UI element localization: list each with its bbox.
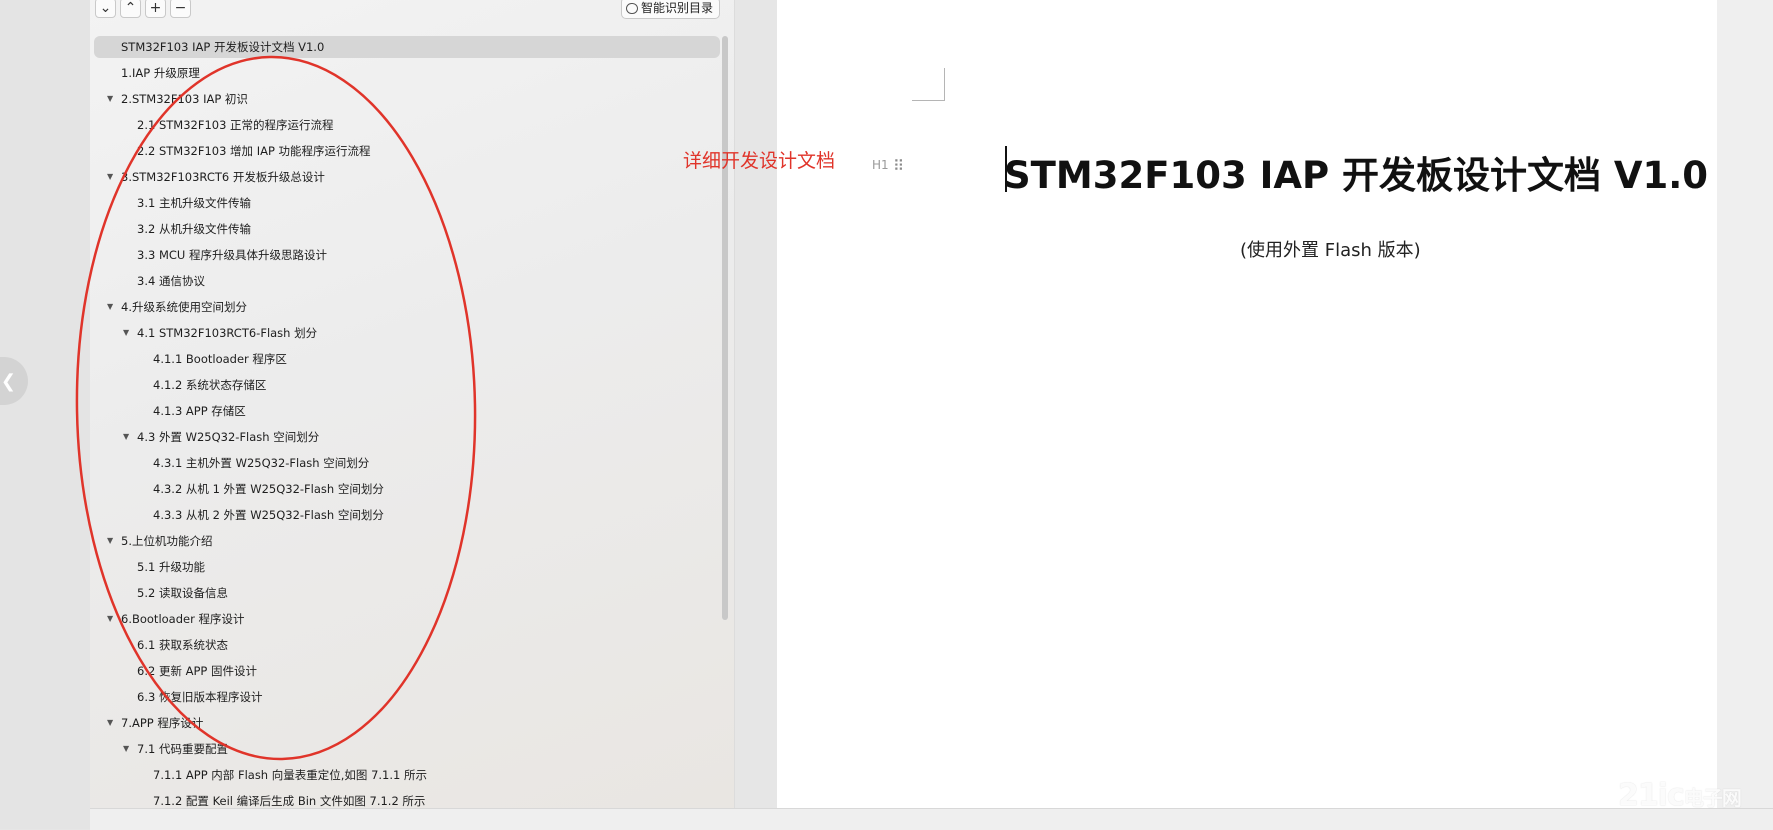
outline-item[interactable]: 6.3 恢复旧版本程序设计 bbox=[90, 686, 720, 708]
outline-item-label: 6.2 更新 APP 固件设计 bbox=[137, 664, 257, 678]
caret-down-icon[interactable]: ▼ bbox=[107, 296, 113, 318]
outline-item-label: 3.4 通信协议 bbox=[137, 274, 205, 288]
outline-item-label: 4.1.1 Bootloader 程序区 bbox=[153, 352, 287, 366]
outline-item[interactable]: 7.1.1 APP 内部 Flash 向量表重定位,如图 7.1.1 所示 bbox=[90, 764, 720, 786]
plus-icon[interactable]: + bbox=[145, 0, 166, 18]
minus-icon[interactable]: − bbox=[170, 0, 191, 18]
outline-item[interactable]: 4.1.3 APP 存储区 bbox=[90, 400, 720, 422]
outline-item-label: 4.1 STM32F103RCT6-Flash 划分 bbox=[137, 326, 318, 340]
outline-item-label: 2.1 STM32F103 正常的程序运行流程 bbox=[137, 118, 334, 132]
outline-item[interactable]: 5.1 升级功能 bbox=[90, 556, 720, 578]
outline-item[interactable]: 2.1 STM32F103 正常的程序运行流程 bbox=[90, 114, 720, 136]
outline-item[interactable]: STM32F103 IAP 开发板设计文档 V1.0 bbox=[94, 36, 720, 58]
caret-down-icon[interactable]: ▼ bbox=[107, 608, 113, 630]
outline-item[interactable]: ▼ 3.STM32F103RCT6 开发板升级总设计 bbox=[90, 166, 720, 188]
outline-item-label: 1.IAP 升级原理 bbox=[121, 66, 200, 80]
caret-down-icon[interactable]: ▼ bbox=[123, 322, 129, 344]
caret-down-icon[interactable]: ▼ bbox=[107, 88, 113, 110]
outline-item-label: 4.3.1 主机外置 W25Q32-Flash 空间划分 bbox=[153, 456, 370, 470]
outline-item-label: STM32F103 IAP 开发板设计文档 V1.0 bbox=[121, 40, 325, 54]
outline-item-label: 2.2 STM32F103 增加 IAP 功能程序运行流程 bbox=[137, 144, 371, 158]
outline-item-label: 5.上位机功能介绍 bbox=[121, 534, 213, 548]
outline-item[interactable]: ▼ 2.STM32F103 IAP 初识 bbox=[90, 88, 720, 110]
outline-item[interactable]: 3.1 主机升级文件传输 bbox=[90, 192, 720, 214]
watermark-brand: 21ic bbox=[1618, 778, 1685, 813]
outline-item[interactable]: 1.IAP 升级原理 bbox=[90, 62, 720, 84]
document-title[interactable]: STM32F103 IAP 开发板设计文档 V1.0 bbox=[1004, 145, 1708, 199]
smart-toc-button[interactable]: 智能识别目录 bbox=[621, 0, 721, 19]
outline-item[interactable]: ▼ 7.1 代码重要配置 bbox=[90, 738, 720, 760]
outline-item[interactable]: 4.1.2 系统状态存储区 bbox=[90, 374, 720, 396]
outline-item-label: 4.3.3 从机 2 外置 W25Q32-Flash 空间划分 bbox=[153, 508, 384, 522]
outline-item[interactable]: 3.4 通信协议 bbox=[90, 270, 720, 292]
page-margin-marker bbox=[912, 68, 945, 101]
drag-handle-icon[interactable]: ⠿ bbox=[893, 157, 904, 175]
outline-item-label: 5.1 升级功能 bbox=[137, 560, 205, 574]
outline-item-label: 4.1.3 APP 存储区 bbox=[153, 404, 246, 418]
outline-item[interactable]: 3.2 从机升级文件传输 bbox=[90, 218, 720, 240]
outline-scrollbar[interactable] bbox=[722, 36, 728, 620]
outline-item-label: 3.1 主机升级文件传输 bbox=[137, 196, 251, 210]
outline-item-label: 6.1 获取系统状态 bbox=[137, 638, 228, 652]
outline-item[interactable]: ▼ 4.3 外置 W25Q32-Flash 空间划分 bbox=[90, 426, 720, 448]
collapse-up-icon[interactable]: ⌃ bbox=[120, 0, 141, 18]
watermark-logo: 21ic电子网 bbox=[1618, 778, 1742, 813]
left-gutter: ❮ bbox=[0, 0, 90, 829]
chevron-left-icon: ❮ bbox=[0, 371, 16, 392]
outline-item[interactable]: ▼ 5.上位机功能介绍 bbox=[90, 530, 720, 552]
smart-toc-label: 智能识别目录 bbox=[641, 1, 714, 15]
expand-down-icon[interactable]: ⌄ bbox=[95, 0, 116, 18]
document-page[interactable] bbox=[777, 0, 1717, 808]
status-bar bbox=[90, 808, 1773, 830]
outline-item[interactable]: 5.2 读取设备信息 bbox=[90, 582, 720, 604]
outline-item-label: 6.Bootloader 程序设计 bbox=[121, 612, 245, 626]
outline-item-label: 5.2 读取设备信息 bbox=[137, 586, 228, 600]
outline-item-label: 7.1 代码重要配置 bbox=[137, 742, 228, 756]
outline-item-label: 3.2 从机升级文件传输 bbox=[137, 222, 251, 236]
outline-item-label: 6.3 恢复旧版本程序设计 bbox=[137, 690, 263, 704]
outline-item[interactable]: 4.3.2 从机 1 外置 W25Q32-Flash 空间划分 bbox=[90, 478, 720, 500]
outline-item-label: 2.STM32F103 IAP 初识 bbox=[121, 92, 248, 106]
outline-panel: ⌄ ⌃ + − 智能识别目录 STM32F103 IAP 开发板设计文档 V1.… bbox=[90, 0, 735, 808]
outline-item[interactable]: 2.2 STM32F103 增加 IAP 功能程序运行流程 bbox=[90, 140, 720, 162]
smart-toc-icon bbox=[626, 2, 638, 14]
outline-item[interactable]: 4.1.1 Bootloader 程序区 bbox=[90, 348, 720, 370]
document-subtitle[interactable]: (使用外置 Flash 版本) bbox=[1240, 236, 1421, 262]
collapse-sidebar-button[interactable]: ❮ bbox=[0, 357, 28, 405]
outline-item-label: 4.1.2 系统状态存储区 bbox=[153, 378, 267, 392]
outline-item[interactable]: ▼ 4.升级系统使用空间划分 bbox=[90, 296, 720, 318]
outline-item-label: 7.1.1 APP 内部 Flash 向量表重定位,如图 7.1.1 所示 bbox=[153, 768, 427, 782]
caret-down-icon[interactable]: ▼ bbox=[123, 426, 129, 448]
outline-item-label: 3.STM32F103RCT6 开发板升级总设计 bbox=[121, 170, 325, 184]
outline-item[interactable]: 6.1 获取系统状态 bbox=[90, 634, 720, 656]
outline-item-label: 4.3 外置 W25Q32-Flash 空间划分 bbox=[137, 430, 320, 444]
caret-down-icon[interactable]: ▼ bbox=[107, 166, 113, 188]
outline-item-label: 7.APP 程序设计 bbox=[121, 716, 204, 730]
caret-down-icon[interactable]: ▼ bbox=[107, 712, 113, 734]
outline-item[interactable]: 6.2 更新 APP 固件设计 bbox=[90, 660, 720, 682]
caret-down-icon[interactable]: ▼ bbox=[107, 530, 113, 552]
annotation-label: 详细开发设计文档 bbox=[683, 150, 836, 172]
outline-item-label: 4.3.2 从机 1 外置 W25Q32-Flash 空间划分 bbox=[153, 482, 384, 496]
outline-item-label: 4.升级系统使用空间划分 bbox=[121, 300, 247, 314]
outline-item[interactable]: 4.3.3 从机 2 外置 W25Q32-Flash 空间划分 bbox=[90, 504, 720, 526]
right-gutter bbox=[1717, 0, 1773, 808]
outline-item[interactable]: 3.3 MCU 程序升级具体升级思路设计 bbox=[90, 244, 720, 266]
outline-item[interactable]: ▼ 4.1 STM32F103RCT6-Flash 划分 bbox=[90, 322, 720, 344]
outline-item[interactable]: ▼ 6.Bootloader 程序设计 bbox=[90, 608, 720, 630]
caret-down-icon[interactable]: ▼ bbox=[123, 738, 129, 760]
outline-item[interactable]: ▼ 7.APP 程序设计 bbox=[90, 712, 720, 734]
watermark-cn: 电子网 bbox=[1683, 786, 1742, 810]
heading-icon: H1 bbox=[872, 158, 889, 172]
outline-item[interactable]: 4.3.1 主机外置 W25Q32-Flash 空间划分 bbox=[90, 452, 720, 474]
outline-item-label: 3.3 MCU 程序升级具体升级思路设计 bbox=[137, 248, 327, 262]
